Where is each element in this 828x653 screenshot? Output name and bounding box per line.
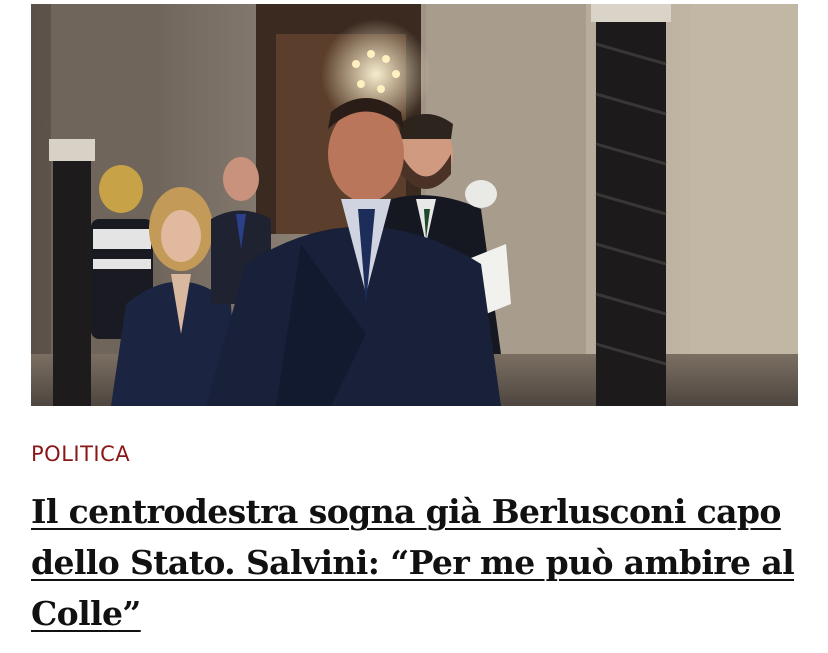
headline-link[interactable]: Il centrodestra sogna già Berlusconi cap… (31, 492, 795, 633)
category-link[interactable]: POLITICA (31, 441, 130, 467)
article-card: POLITICA Il centrodestra sogna già Berlu… (0, 0, 828, 653)
article-headline: Il centrodestra sogna già Berlusconi cap… (31, 486, 801, 639)
article-photo (31, 4, 798, 406)
article-photo-link[interactable] (31, 4, 798, 406)
